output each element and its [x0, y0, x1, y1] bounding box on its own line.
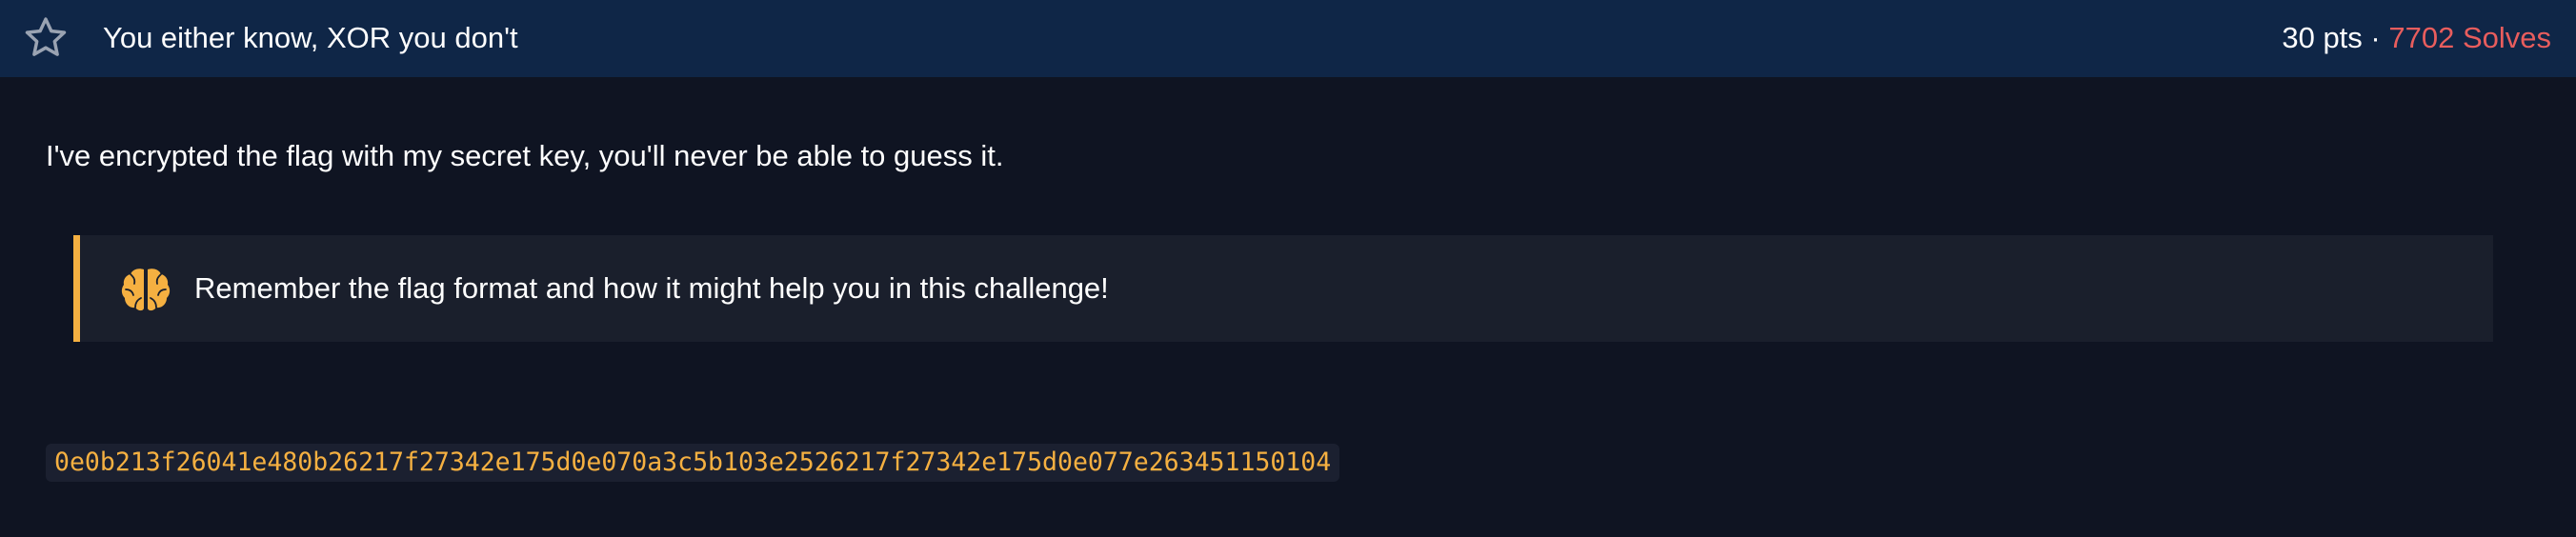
hint-text: Remember the flag format and how it migh…: [194, 271, 1109, 305]
challenge-description: I've encrypted the flag with my secret k…: [46, 139, 1004, 172]
brain-icon: [121, 268, 171, 311]
meta-separator: ·: [2370, 21, 2381, 54]
points-label: 30 pts: [2282, 21, 2363, 54]
challenge-header: You either know, XOR you don't 30 pts · …: [0, 0, 2576, 77]
ciphertext-code[interactable]: 0e0b213f26041e480b26217f27342e175d0e070a…: [46, 444, 1340, 482]
challenge-title: You either know, XOR you don't: [103, 21, 518, 54]
solves-count[interactable]: 7702 Solves: [2388, 21, 2551, 54]
hint-callout: Remember the flag format and how it migh…: [73, 235, 2493, 342]
challenge-meta: 30 pts · 7702 Solves: [2282, 19, 2551, 57]
star-icon[interactable]: [21, 13, 70, 63]
